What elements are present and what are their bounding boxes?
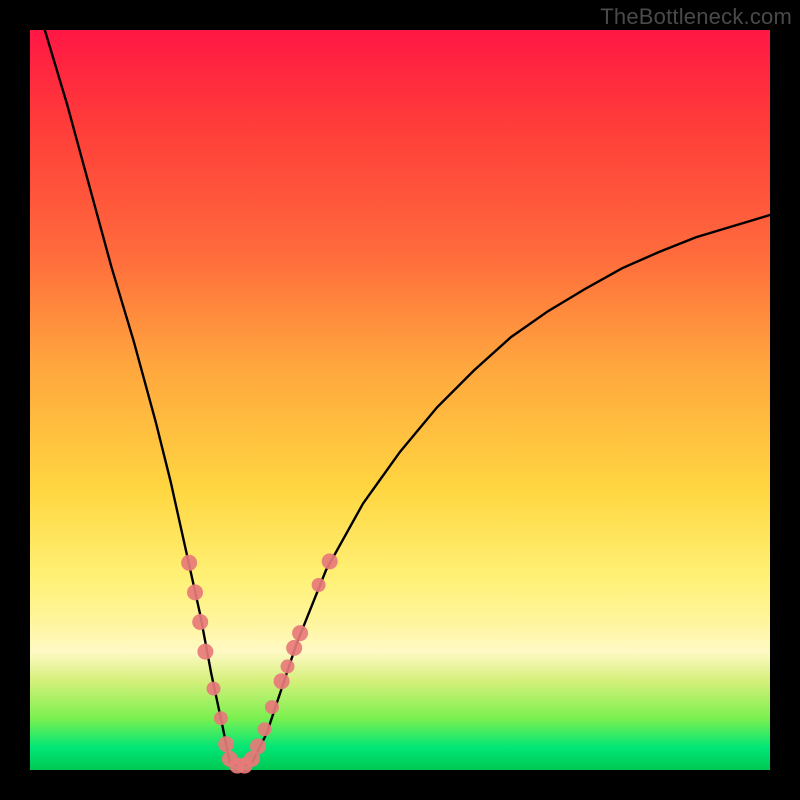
plot-area xyxy=(30,30,770,770)
marker-dot xyxy=(187,584,203,600)
marker-dot xyxy=(322,553,338,569)
marker-dot xyxy=(281,659,295,673)
curve-markers xyxy=(181,553,338,773)
chart-frame: TheBottleneck.com xyxy=(0,0,800,800)
marker-dot xyxy=(292,625,308,641)
bottleneck-curve xyxy=(45,30,770,766)
marker-dot xyxy=(192,614,208,630)
marker-dot xyxy=(197,644,213,660)
marker-dot xyxy=(286,640,302,656)
marker-dot xyxy=(258,722,272,736)
marker-dot xyxy=(214,711,228,725)
marker-dot xyxy=(312,578,326,592)
marker-dot xyxy=(218,736,234,752)
marker-dot xyxy=(274,673,290,689)
curve-svg xyxy=(30,30,770,770)
marker-dot xyxy=(181,555,197,571)
marker-dot xyxy=(250,738,266,754)
marker-dot xyxy=(207,682,221,696)
watermark-text: TheBottleneck.com xyxy=(600,4,792,30)
marker-dot xyxy=(265,700,279,714)
